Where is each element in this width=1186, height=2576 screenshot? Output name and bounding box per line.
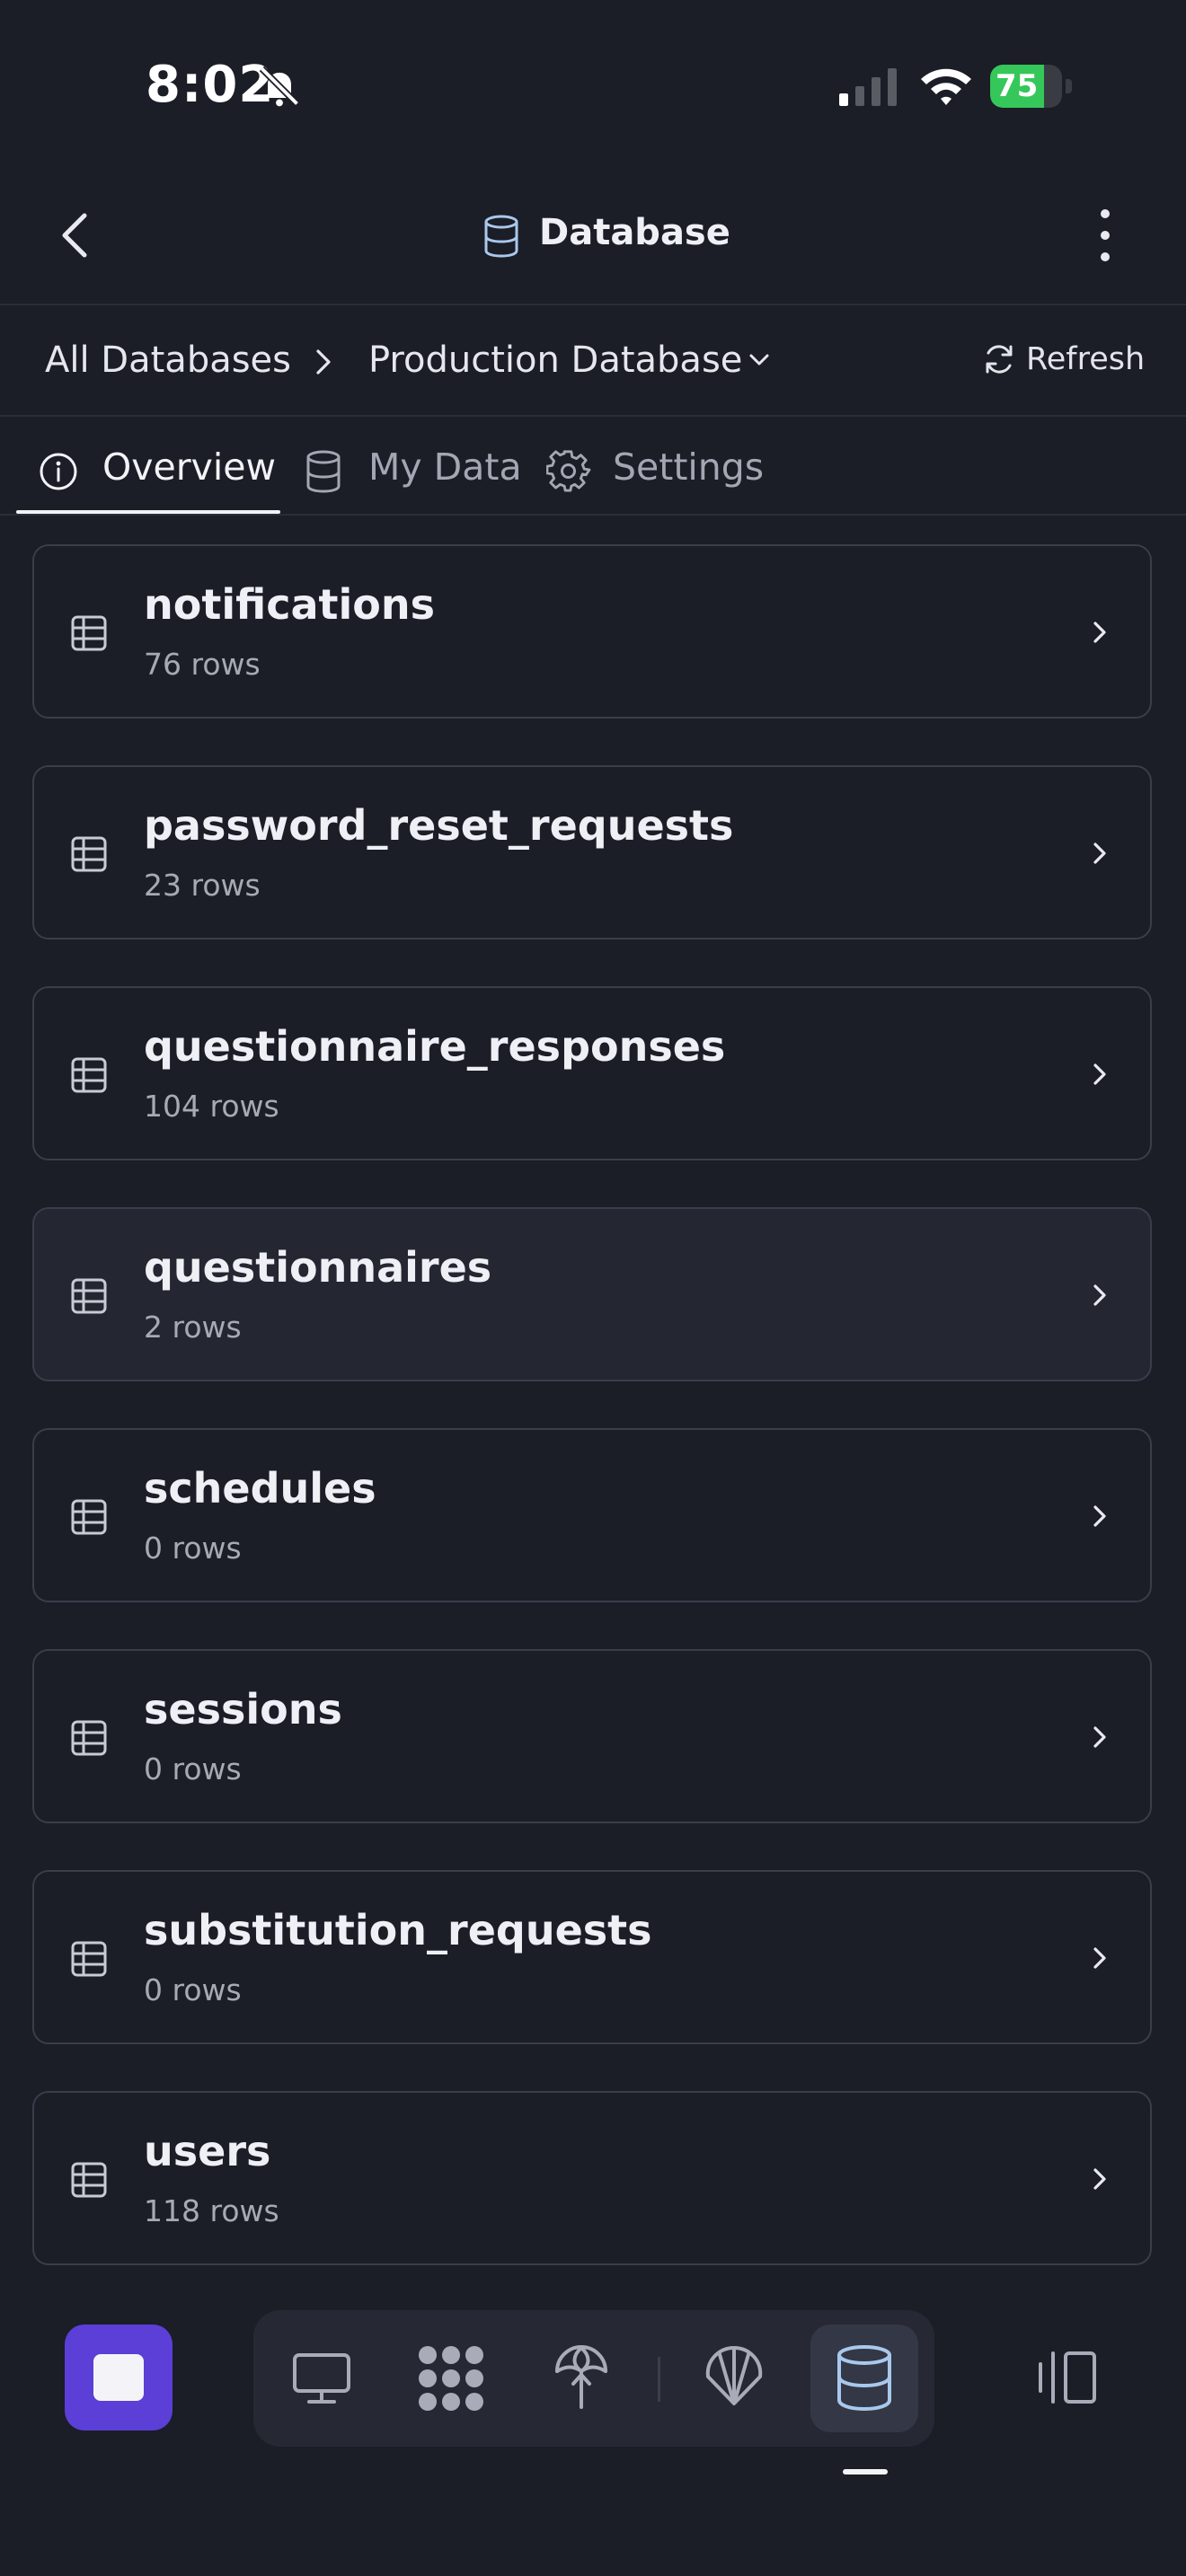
chevron-right-icon <box>1093 622 1106 643</box>
table-name: schedules <box>144 1464 376 1513</box>
stop-square-icon <box>93 2354 144 2401</box>
table-row[interactable]: substitution_requests 0 rows <box>32 1870 1152 2044</box>
shell-icon[interactable] <box>701 2341 767 2409</box>
battery-indicator: 75 <box>990 65 1073 108</box>
table-row-count: 2 rows <box>144 1310 242 1345</box>
tabs-divider <box>0 514 1186 516</box>
chevron-right-icon <box>1093 1726 1106 1748</box>
back-button[interactable] <box>43 199 108 271</box>
chevron-right-icon <box>1093 1063 1106 1085</box>
table-name: sessions <box>144 1685 342 1734</box>
table-icon <box>71 1278 107 1314</box>
table-icon <box>71 1720 107 1756</box>
table-icon <box>71 1941 107 1977</box>
monitor-icon[interactable] <box>289 2346 354 2411</box>
table-row-count: 0 rows <box>144 1751 242 1786</box>
table-name: password_reset_requests <box>144 801 734 850</box>
table-icon <box>71 1499 107 1535</box>
table-name: questionnaire_responses <box>144 1022 726 1071</box>
chevron-right-icon <box>1093 1505 1106 1527</box>
breadcrumb-all-databases[interactable]: All Databases <box>45 340 291 381</box>
chevron-down-icon[interactable] <box>746 348 773 372</box>
chevron-right-icon <box>1093 1284 1106 1306</box>
table-row[interactable]: questionnaire_responses 104 rows <box>32 986 1152 1160</box>
table-row-count: 76 rows <box>144 647 261 682</box>
wifi-icon <box>921 68 971 105</box>
table-icon <box>71 615 107 651</box>
chevron-right-icon <box>1093 842 1106 864</box>
database-icon <box>484 215 518 258</box>
table-icon <box>71 836 107 872</box>
tab-overview[interactable]: Overview <box>102 446 276 489</box>
table-name: users <box>144 2127 271 2175</box>
cellular-signal-icon <box>839 68 897 106</box>
status-time: 8:02 <box>146 56 275 114</box>
more-options-button[interactable] <box>1087 199 1123 271</box>
info-icon <box>40 453 77 490</box>
active-dock-indicator <box>843 2469 888 2475</box>
table-name: notifications <box>144 580 435 629</box>
header-divider <box>0 304 1186 305</box>
split-view-icon[interactable] <box>1033 2350 1100 2405</box>
table-row[interactable]: notifications 76 rows <box>32 544 1152 719</box>
tab-settings[interactable]: Settings <box>613 446 764 489</box>
table-name: questionnaires <box>144 1243 492 1292</box>
table-row[interactable]: schedules 0 rows <box>32 1428 1152 1602</box>
chevron-right-icon <box>1093 1947 1106 1969</box>
table-row[interactable]: password_reset_requests 23 rows <box>32 765 1152 940</box>
page-title: Database <box>539 212 730 253</box>
table-name: substitution_requests <box>144 1906 652 1954</box>
table-row[interactable]: sessions 0 rows <box>32 1649 1152 1823</box>
battery-level: 75 <box>996 68 1039 104</box>
table-row[interactable]: questionnaires 2 rows <box>32 1207 1152 1381</box>
tab-my-data[interactable]: My Data <box>368 446 522 489</box>
breadcrumb-divider <box>0 415 1186 417</box>
database-icon[interactable] <box>832 2342 897 2414</box>
database-selector[interactable]: Production Database <box>368 340 742 381</box>
antenna-icon[interactable] <box>550 2339 613 2411</box>
chevron-right-icon <box>1093 2168 1106 2190</box>
table-row-count: 0 rows <box>144 1972 242 2007</box>
table-row[interactable]: users 118 rows <box>32 2091 1152 2265</box>
chevron-right-icon <box>316 349 331 375</box>
refresh-button[interactable]: Refresh <box>1026 341 1145 377</box>
gear-icon <box>546 450 591 492</box>
table-icon <box>71 2162 107 2198</box>
database-icon <box>306 450 341 493</box>
apps-grid-icon[interactable] <box>415 2342 487 2414</box>
table-row-count: 118 rows <box>144 2193 279 2228</box>
dock-separator <box>658 2357 660 2402</box>
refresh-icon[interactable] <box>981 341 1017 377</box>
table-icon <box>71 1057 107 1093</box>
table-row-count: 0 rows <box>144 1531 242 1566</box>
bell-muted-icon <box>259 66 300 107</box>
table-row-count: 104 rows <box>144 1089 279 1124</box>
table-row-count: 23 rows <box>144 868 261 903</box>
